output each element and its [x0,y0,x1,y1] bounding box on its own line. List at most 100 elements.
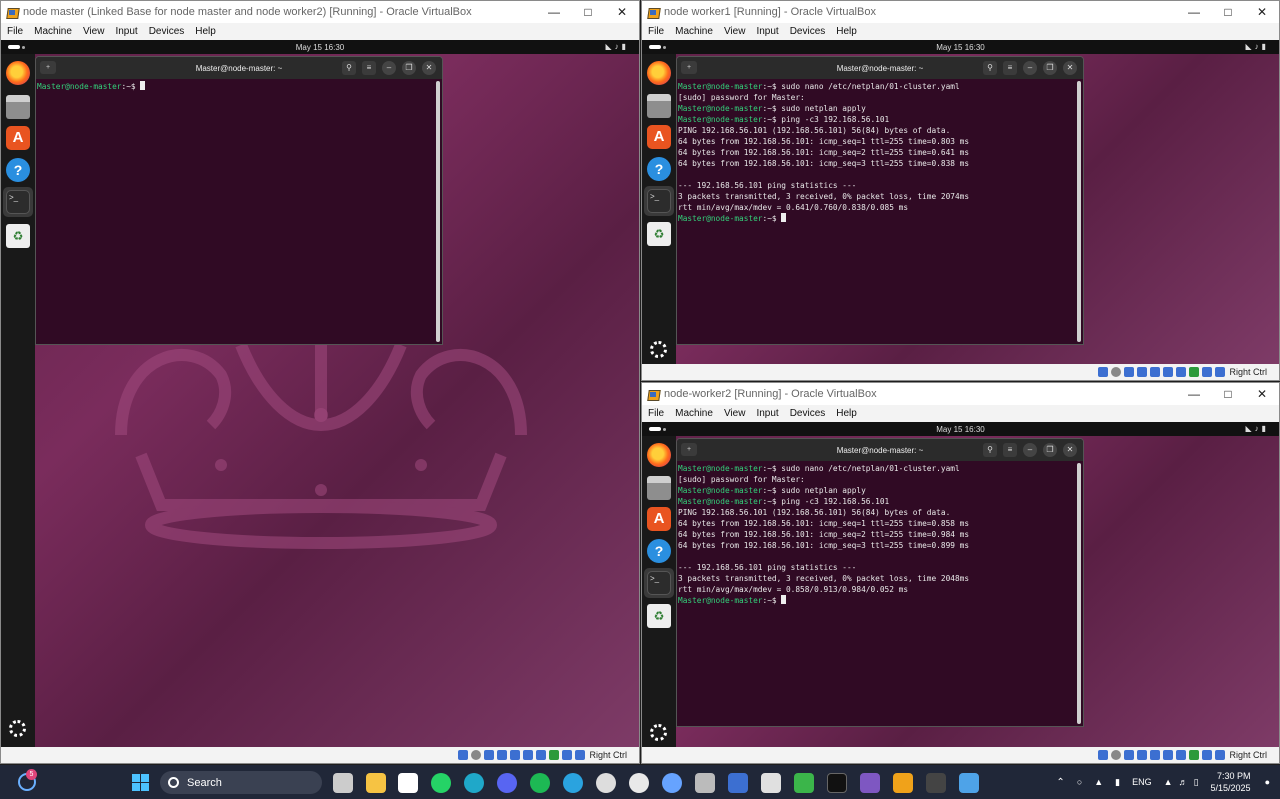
search-icon[interactable]: ⚲ [983,443,997,457]
menu-view[interactable]: View [724,26,746,37]
vbox-window-worker2[interactable]: node-worker2 [Running] - Oracle VirtualB… [641,382,1280,764]
notifications-icon[interactable]: ● [1265,777,1270,787]
mouse-integration-icon[interactable] [562,750,573,760]
chrome-icon[interactable] [629,773,649,793]
edge-icon[interactable] [464,773,484,793]
menu-view[interactable]: View [724,408,746,419]
system-tray-icons[interactable]: ◣♪▮ [1245,424,1269,433]
photos-icon[interactable] [959,773,979,793]
trash-icon[interactable]: ♻ [6,224,30,248]
virtualbox-icon[interactable] [893,773,913,793]
new-tab-icon[interactable]: + [681,61,697,74]
task-view-icon[interactable] [333,773,353,793]
display-status-icon[interactable] [536,750,547,760]
close-button[interactable]: ✕ [1245,387,1279,401]
show-apps-icon[interactable] [9,720,26,737]
menu-file[interactable]: File [648,26,664,37]
minimize-button[interactable]: — [537,5,571,19]
app-icon[interactable] [794,773,814,793]
terminal-dock-item[interactable]: >_ [3,187,33,217]
help-icon[interactable]: ? [647,157,671,181]
storage-status-icon[interactable] [458,750,469,760]
taskbar-search[interactable]: Search [160,771,322,794]
trash-icon[interactable]: ♻ [647,222,671,246]
guest-screen[interactable]: May 15 16:30 ◣♪▮ A ? >_ ♻ + Master@node-… [1,40,639,747]
keyboard-capture-icon[interactable] [1215,750,1226,760]
guest-screen[interactable]: May 15 16:30 ◣♪▮ A ? >_ ♻ + Master@node-… [642,40,1279,364]
menu-icon[interactable]: ≡ [1003,443,1017,457]
volume-icon[interactable]: ♬ [1179,777,1188,787]
scrollbar[interactable] [436,81,440,342]
calculator-icon[interactable] [695,773,715,793]
search-icon[interactable]: ⚲ [342,61,356,75]
terminal-header[interactable]: + Master@node-master: ~ ⚲ ≡ – ❐ ✕ [677,57,1083,79]
menu-machine[interactable]: Machine [675,408,713,419]
battery-icon[interactable]: ▮ [1115,777,1120,788]
files-icon[interactable] [647,94,671,118]
vbox-window-master[interactable]: node master (Linked Base for node master… [0,0,640,764]
storage-status-icon[interactable] [1098,367,1109,377]
terminal-window[interactable]: + Master@node-master: ~ ⚲ ≡ – ❐ ✕ Master… [676,56,1084,345]
app-icon[interactable] [761,773,781,793]
scrollbar[interactable] [1077,463,1081,724]
recording-status-icon[interactable] [1189,367,1200,377]
terminal-output[interactable]: Master@node-master:~$ sudo nano /etc/net… [677,461,1075,726]
restore-icon[interactable]: ❐ [1043,61,1057,75]
show-hidden-icons-icon[interactable]: ⌃ [1056,777,1064,788]
shared-folder-icon[interactable] [1163,367,1174,377]
mouse-integration-icon[interactable] [1202,750,1213,760]
optical-status-icon[interactable] [1111,367,1122,377]
recording-status-icon[interactable] [549,750,560,760]
title-bar[interactable]: node worker1 [Running] - Oracle VirtualB… [642,1,1279,23]
show-apps-icon[interactable] [650,724,667,741]
app-icon[interactable] [926,773,946,793]
visual-studio-icon[interactable] [860,773,880,793]
menu-input[interactable]: Input [756,26,778,37]
menu-input[interactable]: Input [115,26,137,37]
audio-status-icon[interactable] [1124,367,1135,377]
vbox-window-worker1[interactable]: node worker1 [Running] - Oracle VirtualB… [641,0,1280,381]
firefox-icon[interactable] [647,443,671,467]
minimize-icon[interactable]: – [382,61,396,75]
title-bar[interactable]: node-worker2 [Running] - Oracle VirtualB… [642,383,1279,405]
title-bar[interactable]: node master (Linked Base for node master… [1,1,639,23]
minimize-button[interactable]: — [1177,5,1211,19]
menu-devices[interactable]: Devices [790,408,826,419]
discord-icon[interactable] [497,773,517,793]
display-status-icon[interactable] [1176,367,1187,377]
shared-folder-icon[interactable] [523,750,534,760]
wifi-icon[interactable]: ▲ [1164,777,1173,787]
app-center-icon[interactable]: A [647,507,671,531]
menu-icon[interactable]: ≡ [1003,61,1017,75]
menu-machine[interactable]: Machine [675,26,713,37]
menu-icon[interactable]: ≡ [362,61,376,75]
terminal-icon[interactable] [827,773,847,793]
close-button[interactable]: ✕ [1245,5,1279,19]
close-button[interactable]: ✕ [605,5,639,19]
menu-help[interactable]: Help [836,408,857,419]
menu-devices[interactable]: Devices [790,26,826,37]
files-icon[interactable] [6,95,30,119]
mouse-integration-icon[interactable] [1202,367,1213,377]
whatsapp-icon[interactable] [431,773,451,793]
file-explorer-icon[interactable] [366,773,386,793]
language-indicator[interactable]: ENG [1132,777,1152,787]
maximize-button[interactable]: □ [1211,387,1245,401]
terminal-header[interactable]: + Master@node-master: ~ ⚲ ≡ – ❐ ✕ [36,57,442,79]
guest-clock[interactable]: May 15 16:30 [1,43,639,52]
optical-status-icon[interactable] [471,750,482,760]
keyboard-capture-icon[interactable] [575,750,586,760]
chatgpt-icon[interactable] [596,773,616,793]
guest-clock[interactable]: May 15 16:30 [642,43,1279,52]
trash-icon[interactable]: ♻ [647,604,671,628]
system-tray-icons[interactable]: ◣♪▮ [605,42,629,51]
start-button[interactable] [132,774,149,791]
recording-status-icon[interactable] [1189,750,1200,760]
display-status-icon[interactable] [1176,750,1187,760]
restore-icon[interactable]: ❐ [1043,443,1057,457]
guest-screen[interactable]: May 15 16:30 ◣♪▮ A ? >_ ♻ + Master@node-… [642,422,1279,747]
maximize-button[interactable]: □ [571,5,605,19]
network-status-icon[interactable] [497,750,508,760]
shared-folder-icon[interactable] [1163,750,1174,760]
files-icon[interactable] [647,476,671,500]
